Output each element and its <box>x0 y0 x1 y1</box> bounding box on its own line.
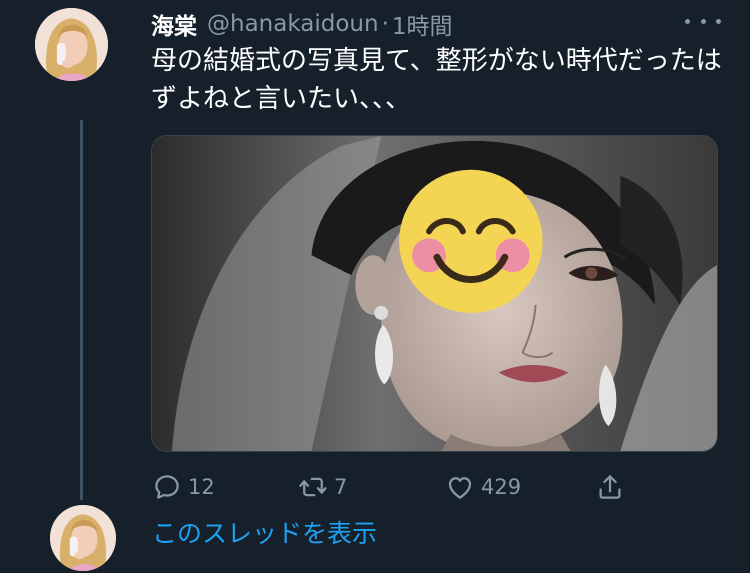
retweet-count: 7 <box>334 475 348 499</box>
tweet-header: 海棠 @hanakaidoun · 1時間 <box>151 6 453 42</box>
more-dot <box>685 18 690 24</box>
avatar[interactable] <box>35 8 108 81</box>
heart-icon <box>448 477 472 499</box>
more-dot <box>700 18 706 24</box>
user-handle[interactable]: @hanakaidoun <box>207 11 379 37</box>
reply-button[interactable]: 12 <box>152 470 215 504</box>
separator-dot: · <box>381 11 389 37</box>
reply-count: 12 <box>188 475 215 499</box>
smiling-emoji-sticker <box>399 169 543 313</box>
retweet-icon <box>299 477 327 497</box>
comment-icon <box>155 475 179 499</box>
avatar-photo <box>50 505 116 571</box>
thread-avatar[interactable] <box>50 505 116 571</box>
show-thread-link[interactable]: このスレッドを表示 <box>152 514 377 550</box>
wedding-photo <box>152 136 717 451</box>
tweet-image[interactable] <box>151 135 718 452</box>
timestamp[interactable]: 1時間 <box>392 7 453 41</box>
like-count: 429 <box>481 475 522 499</box>
display-name[interactable]: 海棠 <box>151 7 197 41</box>
share-icon <box>599 475 621 499</box>
avatar-photo <box>35 8 108 81</box>
more-options-icon[interactable] <box>685 14 721 28</box>
like-button[interactable]: 429 <box>445 470 521 504</box>
tweet-text: 母の結婚式の写真見て、整形がない時代だったはずよねと言いたい、、、 <box>151 46 722 114</box>
thread-connector-line <box>80 120 83 500</box>
more-dot <box>716 18 721 24</box>
share-button[interactable] <box>595 470 625 504</box>
retweet-button[interactable]: 7 <box>298 470 347 504</box>
